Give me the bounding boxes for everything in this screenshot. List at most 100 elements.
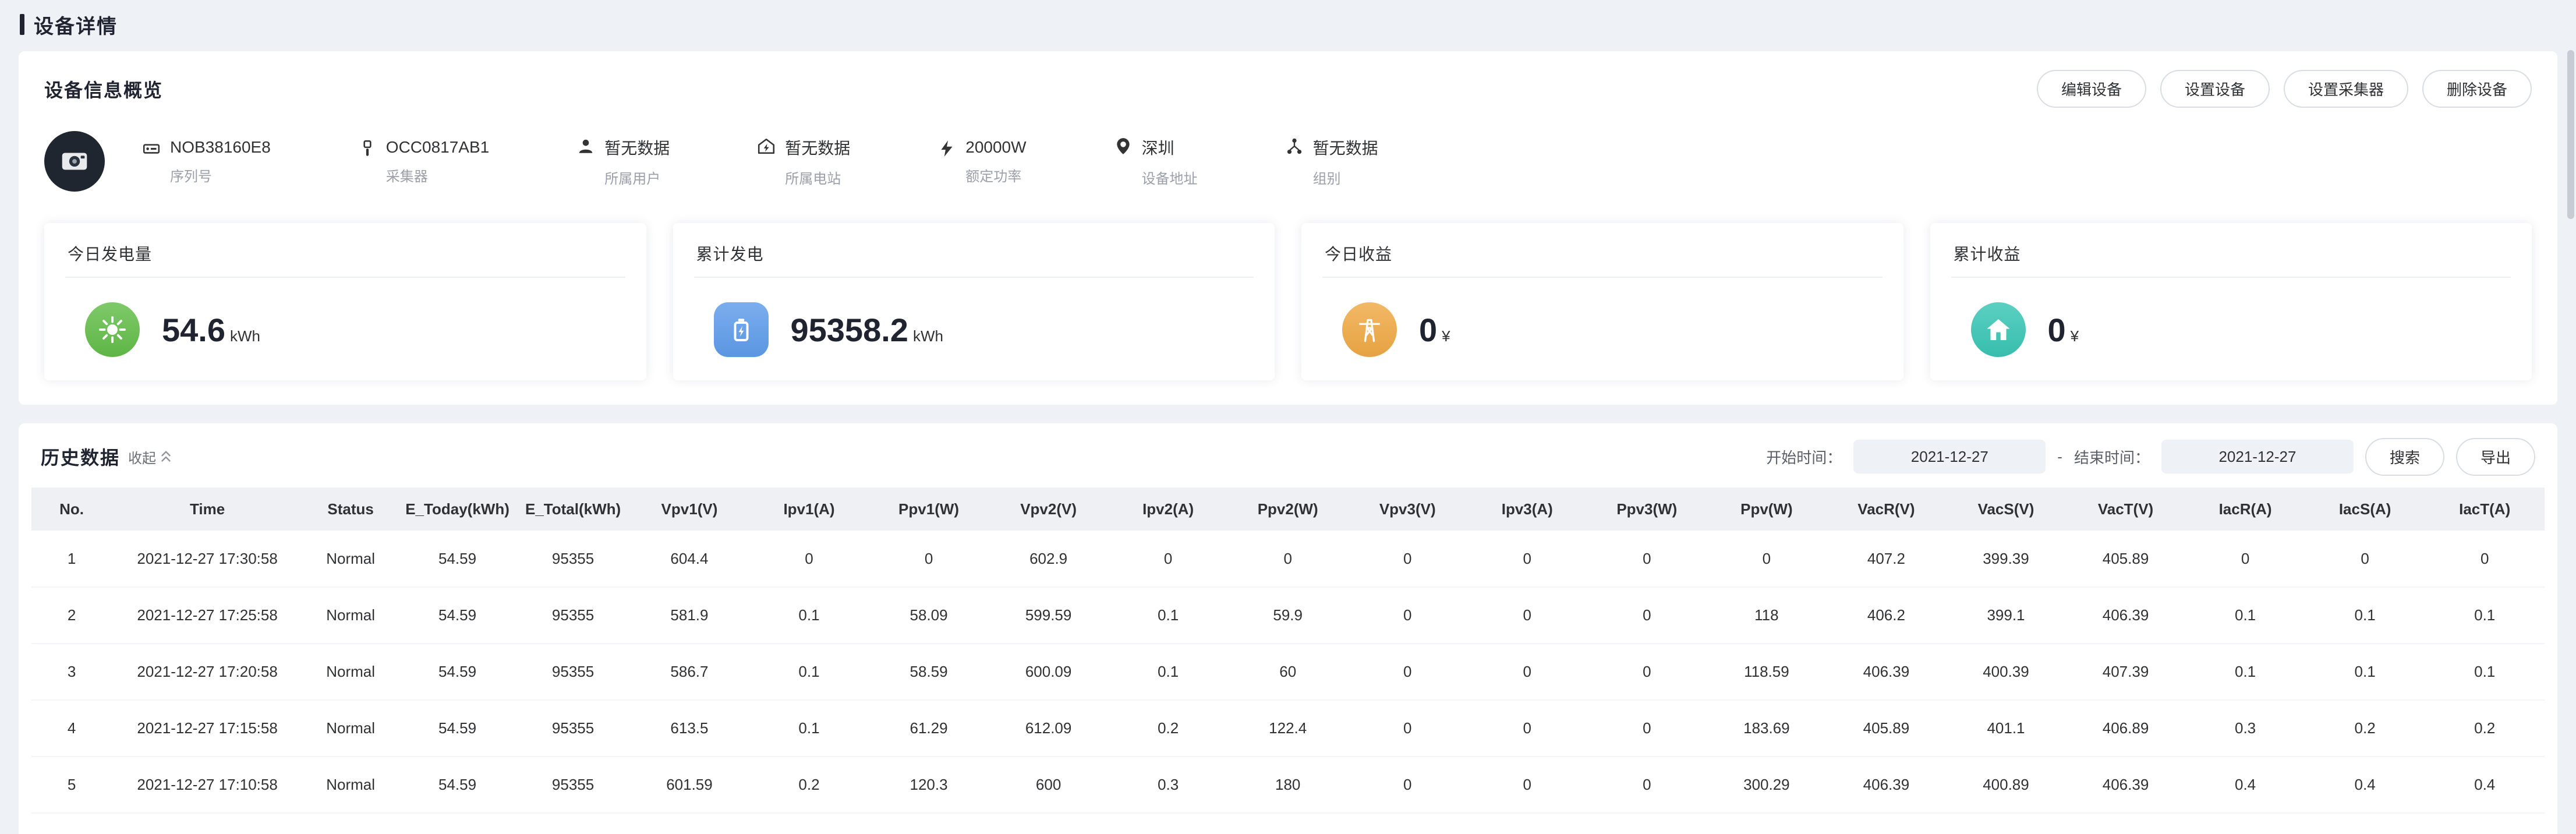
table-cell: 300.29 <box>1707 757 1827 813</box>
user-icon <box>576 137 595 156</box>
table-cell: 54.59 <box>398 587 516 644</box>
table-cell: 0.2 <box>2305 700 2425 757</box>
collapse-label: 收起 <box>128 447 156 467</box>
table-cell: 600 <box>989 757 1109 813</box>
table-cell: 0 <box>1467 813 1587 834</box>
table-row: 22021-12-27 17:25:58Normal54.5995355581.… <box>31 587 2545 644</box>
column-header: Ppv2(W) <box>1228 487 1348 531</box>
table-cell: 0 <box>1467 700 1587 757</box>
chip-icon <box>142 139 161 158</box>
table-cell: 406.1 <box>2066 813 2186 834</box>
device-photo-icon <box>58 144 91 178</box>
column-header: Vpv1(V) <box>629 487 749 531</box>
table-cell: 0 <box>1347 700 1467 757</box>
table-cell: 0 <box>1108 531 1228 587</box>
collapse-toggle[interactable]: 收起 <box>128 447 172 467</box>
stats-row: 今日发电量 54.6 kWh 累计发电 <box>44 223 2532 380</box>
table-cell: 60 <box>1228 644 1348 700</box>
device-avatar <box>44 131 105 192</box>
table-cell: 0 <box>1587 813 1707 834</box>
table-cell: 0.3 <box>749 813 869 834</box>
history-table: No.TimeStatusE_Today(kWh)E_Total(kWh)Vpv… <box>31 487 2545 834</box>
device-info-row: NOB38160E8 序列号 OCC0817AB1 采集器 暂无数据 所属用户 <box>44 131 2532 192</box>
page-header: 设备详情 <box>0 0 2576 49</box>
table-cell: 0.1 <box>749 644 869 700</box>
table-cell: 407.39 <box>2066 644 2186 700</box>
plant-icon <box>757 137 776 156</box>
table-body: 12021-12-27 17:30:58Normal54.5995355604.… <box>31 531 2545 834</box>
column-header: Ipv3(A) <box>1467 487 1587 531</box>
table-cell: 58.59 <box>869 644 989 700</box>
delete-device-button[interactable]: 删除设备 <box>2422 70 2532 108</box>
info-item-serial: NOB38160E8 序列号 <box>142 138 271 185</box>
table-cell: 400.89 <box>1946 757 2066 813</box>
set-collector-button[interactable]: 设置采集器 <box>2284 70 2408 108</box>
column-header: No. <box>31 487 112 531</box>
info-item-rated-power: 20000W 额定功率 <box>937 138 1026 185</box>
table-cell: 0 <box>1467 644 1587 700</box>
table-cell: 612.09 <box>989 700 1109 757</box>
table-cell: 616.2 <box>989 813 1109 834</box>
table-cell: 0 <box>1707 531 1827 587</box>
table-cell: 405.89 <box>1827 700 1947 757</box>
table-cell: 2021-12-27 17:20:58 <box>112 644 303 700</box>
table-cell: 406.2 <box>1827 587 1947 644</box>
edit-device-button[interactable]: 编辑设备 <box>2037 70 2146 108</box>
start-date-input[interactable] <box>1853 440 2046 473</box>
location-pin-icon <box>1114 137 1133 156</box>
table-cell: 0 <box>749 531 869 587</box>
column-header: Ppv1(W) <box>869 487 989 531</box>
table-cell: 600.09 <box>989 644 1109 700</box>
table-cell: 185.3 <box>869 813 989 834</box>
table-cell: 58.09 <box>869 587 989 644</box>
stat-card-today-generation: 今日发电量 54.6 kWh <box>44 223 646 380</box>
stat-icon-badge <box>1342 302 1397 357</box>
double-chevron-up-icon <box>160 450 172 464</box>
scrollbar-thumb[interactable] <box>2567 50 2574 219</box>
table-cell: 399.39 <box>1946 531 2066 587</box>
table-cell: 0.3 <box>2185 700 2305 757</box>
end-date-input[interactable] <box>2161 440 2354 473</box>
stat-title: 累计发电 <box>694 238 1254 278</box>
table-cell: 0.1 <box>749 587 869 644</box>
table-cell: 95355 <box>516 587 629 644</box>
table-cell: 400.39 <box>1946 644 2066 700</box>
stat-icon-badge <box>1971 302 2026 357</box>
search-button[interactable]: 搜索 <box>2365 438 2444 476</box>
table-cell: 406.39 <box>1827 757 1947 813</box>
table-cell: 0 <box>1347 757 1467 813</box>
collector-icon <box>358 139 377 158</box>
table-cell: 0.2 <box>749 757 869 813</box>
column-header: Ipv1(A) <box>749 487 869 531</box>
table-cell: 54.59 <box>398 813 516 834</box>
table-cell: 0.3 <box>1108 813 1228 834</box>
table-cell: Normal <box>303 700 398 757</box>
scrollbar-track[interactable] <box>2566 0 2576 834</box>
table-cell: 118 <box>1707 587 1827 644</box>
stat-value: 54.6 <box>162 311 225 349</box>
serial-number-value: NOB38160E8 <box>170 138 271 157</box>
table-cell: 54.59 <box>398 644 516 700</box>
set-device-button[interactable]: 设置设备 <box>2160 70 2270 108</box>
house-icon <box>1984 316 2012 344</box>
table-header-row: No.TimeStatusE_Today(kWh)E_Total(kWh)Vpv… <box>31 487 2545 531</box>
stat-value: 95358.2 <box>791 311 908 349</box>
address-value: 深圳 <box>1142 136 1198 159</box>
table-cell: 2021-12-27 17:05:58 <box>112 813 303 834</box>
table-cell: 581.9 <box>629 587 749 644</box>
table-cell: 0.5 <box>2185 813 2305 834</box>
table-cell: 0.4 <box>2425 813 2545 834</box>
collector-value: OCC0817AB1 <box>386 138 489 157</box>
table-cell: 6 <box>31 813 112 834</box>
table-cell: 0.4 <box>2305 813 2425 834</box>
device-overview-card: 设备信息概览 编辑设备 设置设备 设置采集器 删除设备 NOB38160E <box>19 51 2557 405</box>
bolt-icon <box>937 139 956 158</box>
device-action-buttons: 编辑设备 设置设备 设置采集器 删除设备 <box>2037 70 2532 108</box>
table-cell: 0 <box>1228 531 1348 587</box>
rated-power-value: 20000W <box>965 138 1026 157</box>
table-cell: 0.4 <box>2185 757 2305 813</box>
export-button[interactable]: 导出 <box>2456 438 2535 476</box>
table-cell: 183.69 <box>1707 700 1827 757</box>
stat-card-today-income: 今日收益 0 ¥ <box>1301 223 1903 380</box>
table-cell: 95355 <box>516 813 629 834</box>
